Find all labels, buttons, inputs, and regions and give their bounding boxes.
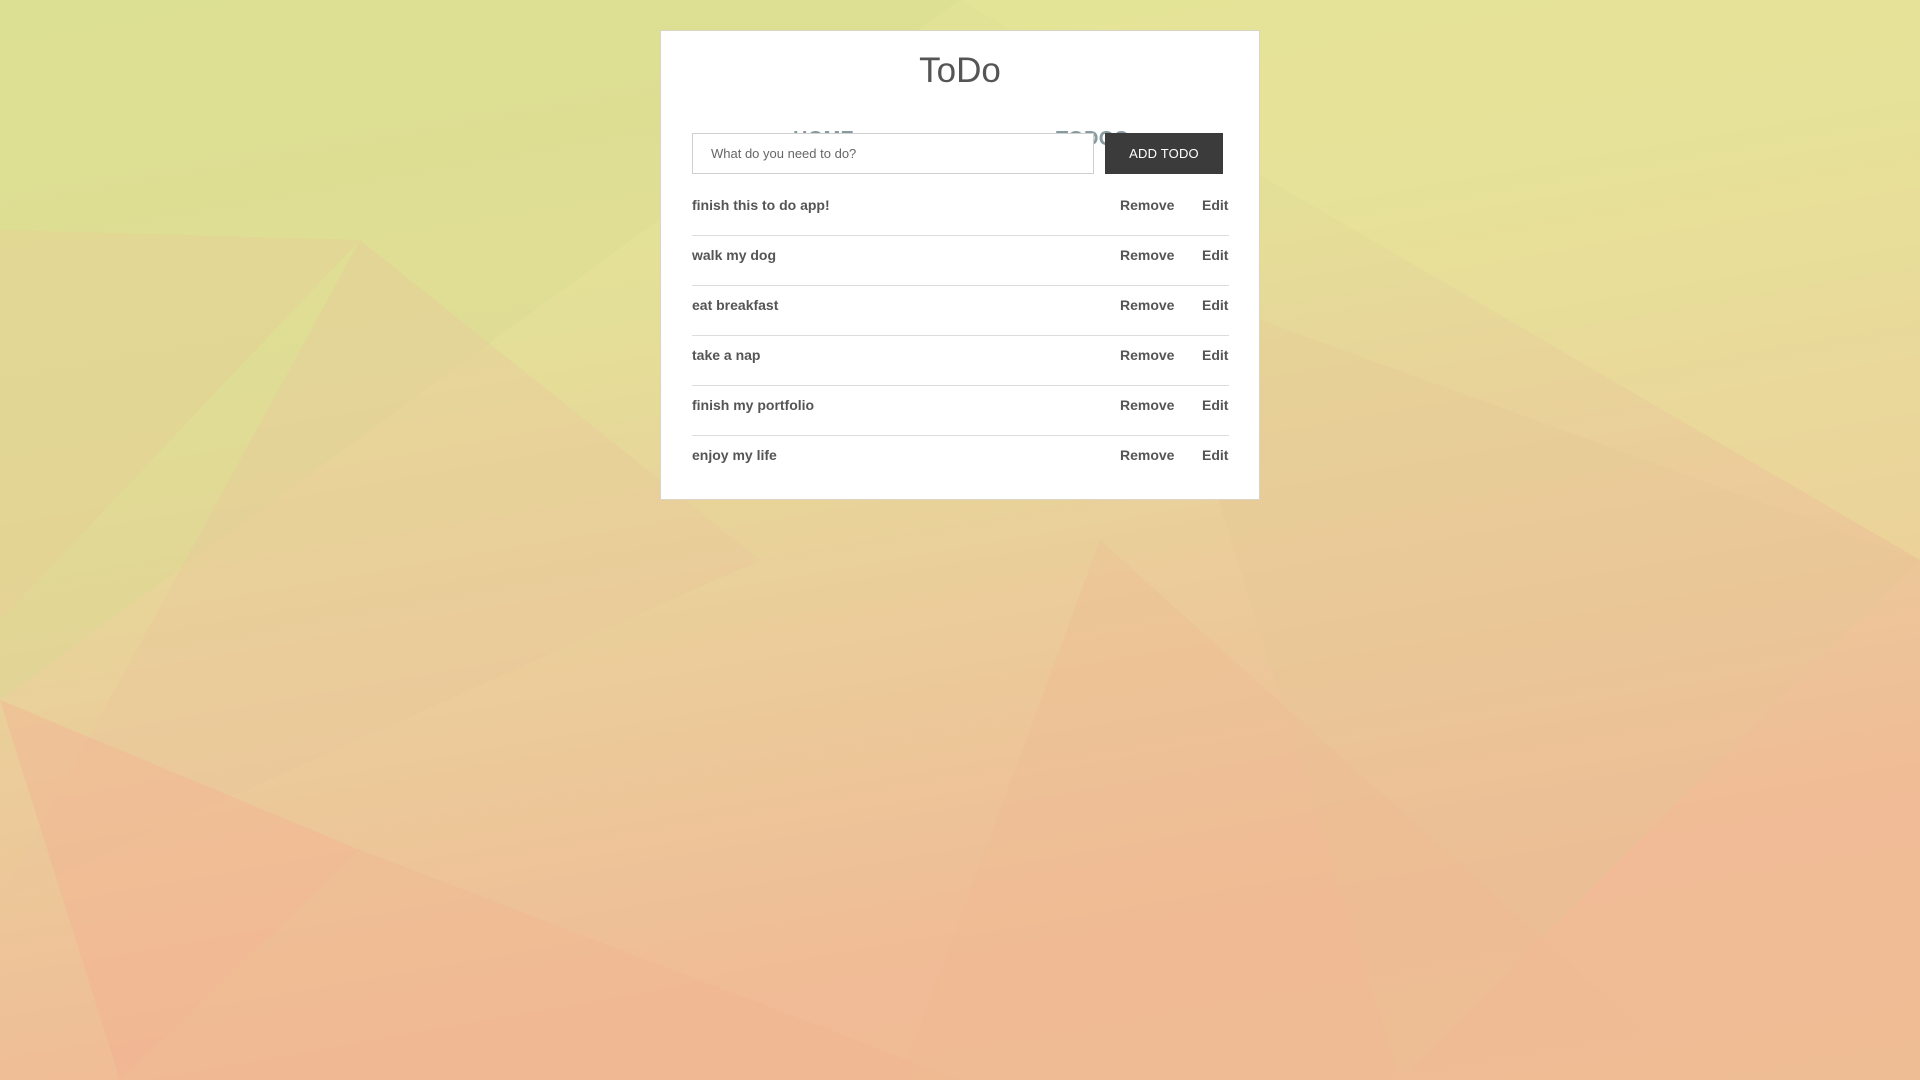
todo-text: finish this to do app!	[692, 197, 830, 213]
page-title: ToDo	[919, 51, 1001, 90]
remove-button[interactable]: Remove	[1120, 347, 1174, 363]
edit-button[interactable]: Edit	[1202, 297, 1228, 313]
todo-card: ToDo HOME TODOS ADD TODO finish this to …	[660, 30, 1260, 500]
edit-button[interactable]: Edit	[1202, 397, 1228, 413]
edit-button[interactable]: Edit	[1202, 197, 1228, 213]
edit-button[interactable]: Edit	[1202, 347, 1228, 363]
remove-button[interactable]: Remove	[1120, 297, 1174, 313]
todo-text: eat breakfast	[692, 297, 779, 313]
todo-item: enjoy my life Remove Edit	[692, 436, 1229, 486]
todo-item: take a nap Remove Edit	[692, 336, 1229, 386]
remove-button[interactable]: Remove	[1120, 397, 1174, 413]
remove-button[interactable]: Remove	[1120, 197, 1174, 213]
todo-item: eat breakfast Remove Edit	[692, 286, 1229, 336]
todo-item: finish my portfolio Remove Edit	[692, 386, 1229, 436]
edit-button[interactable]: Edit	[1202, 447, 1228, 463]
new-todo-input[interactable]	[692, 133, 1094, 174]
add-todo-button[interactable]: ADD TODO	[1105, 133, 1223, 174]
remove-button[interactable]: Remove	[1120, 247, 1174, 263]
remove-button[interactable]: Remove	[1120, 447, 1174, 463]
todo-text: enjoy my life	[692, 447, 777, 463]
todo-item: finish this to do app! Remove Edit	[692, 186, 1229, 236]
todo-item: walk my dog Remove Edit	[692, 236, 1229, 286]
todo-text: take a nap	[692, 347, 761, 363]
edit-button[interactable]: Edit	[1202, 247, 1228, 263]
todo-text: finish my portfolio	[692, 397, 815, 413]
todo-text: walk my dog	[692, 247, 777, 263]
todo-list: finish this to do app! Remove Edit walk …	[692, 186, 1229, 486]
